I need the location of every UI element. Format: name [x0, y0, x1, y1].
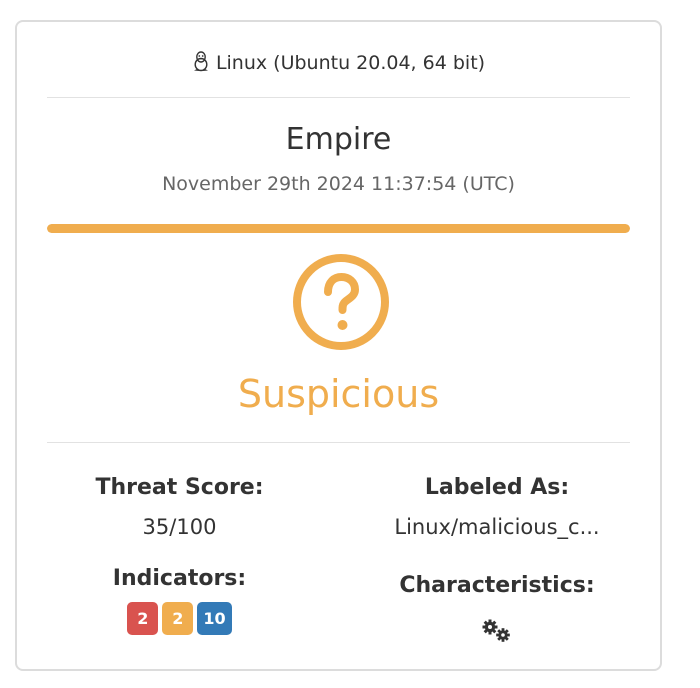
gears-icon[interactable] — [480, 618, 514, 644]
verdict-label: Suspicious — [237, 372, 440, 416]
header-divider — [47, 97, 630, 98]
indicator-badge-malicious[interactable]: 2 — [127, 602, 159, 635]
sample-title: Empire — [285, 122, 392, 157]
threat-score-value: 35/100 — [142, 515, 217, 539]
labeled-as-value[interactable]: Linux/malicious_c... — [347, 515, 647, 539]
environment-text: Linux (Ubuntu 20.04, 64 bit) — [215, 52, 486, 74]
report-card[interactable]: Linux (Ubuntu 20.04, 64 bit) Empire Nove… — [15, 20, 662, 671]
question-circle-icon — [293, 254, 389, 350]
labeled-as-label: Labeled As: — [424, 475, 570, 500]
stats-divider — [47, 442, 630, 443]
analysis-timestamp: November 29th 2024 11:37:54 (UTC) — [162, 173, 515, 195]
indicators-badges: 2 2 10 — [52, 602, 307, 635]
threat-progress-fill — [47, 224, 630, 233]
environment-label: Linux (Ubuntu 20.04, 64 bit) — [17, 51, 660, 74]
indicators-label: Indicators: — [112, 566, 247, 591]
threat-progress-bar — [47, 224, 630, 233]
indicator-badge-informative[interactable]: 10 — [197, 602, 232, 635]
threat-score-label: Threat Score: — [95, 475, 264, 500]
linux-tux-icon — [193, 51, 208, 72]
characteristics-label: Characteristics: — [399, 573, 595, 598]
indicator-badge-suspicious[interactable]: 2 — [162, 602, 194, 635]
